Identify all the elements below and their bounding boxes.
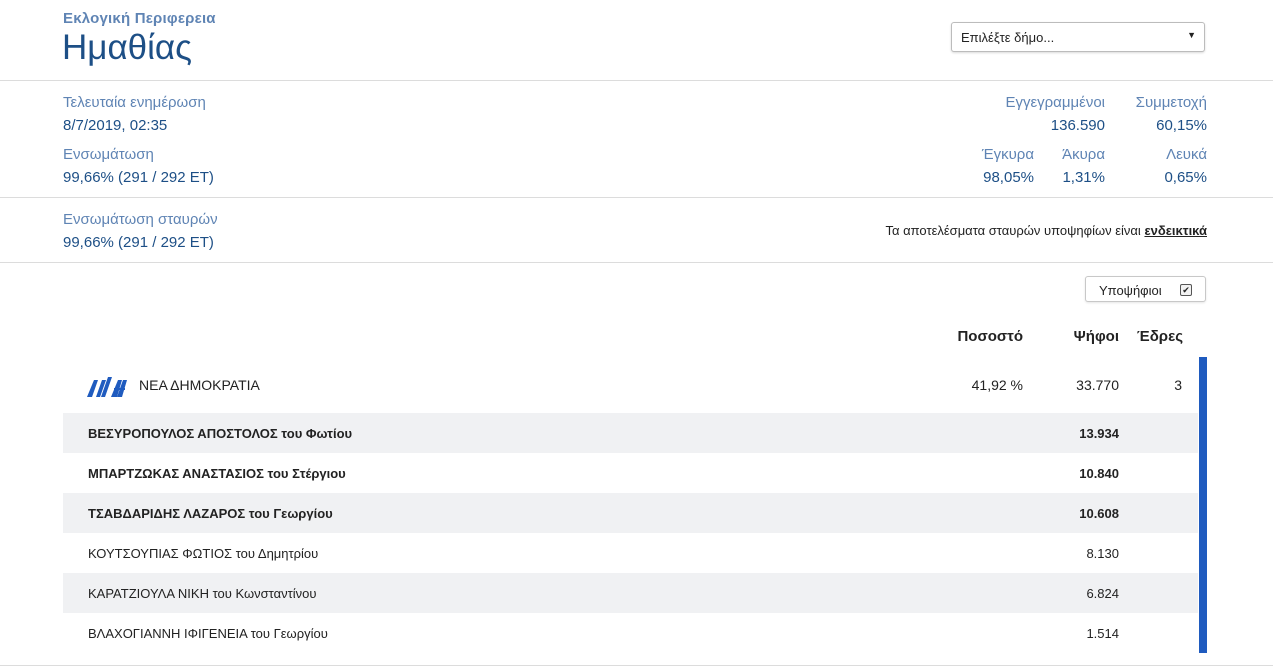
column-header-percent: Ποσοστό	[957, 328, 1023, 345]
party-votes: 33.770	[1076, 377, 1119, 393]
party-color-bar	[1199, 357, 1207, 653]
preferences-note: Τα αποτελέσματα σταυρών υποψηφίων είναι …	[885, 223, 1207, 238]
turnout-value: 60,15%	[1156, 117, 1207, 134]
valid-value: 98,05%	[983, 169, 1034, 186]
incorporation-value: 99,66% (291 / 292 ΕΤ)	[63, 169, 214, 186]
table-row[interactable]: ΚΑΡΑΤΖΙΟΥΛΑ ΝΙΚΗ του Κωνσταντίνου 6.824	[63, 573, 1198, 613]
divider	[0, 262, 1273, 263]
nd-logo-icon	[87, 377, 127, 397]
column-header-votes: Ψήφοι	[1073, 328, 1119, 345]
candidate-name: ΚΑΡΑΤΖΙΟΥΛΑ ΝΙΚΗ του Κωνσταντίνου	[88, 586, 317, 601]
candidate-votes: 10.608	[1079, 506, 1119, 521]
table-row[interactable]: ΒΕΣΥΡΟΠΟΥΛΟΣ ΑΠΟΣΤΟΛΟΣ του Φωτίου 13.934	[63, 413, 1198, 453]
candidate-votes: 1.514	[1086, 626, 1119, 641]
valid-label: Έγκυρα	[981, 146, 1034, 163]
candidates-toggle-label: Υποψήφιοι	[1099, 283, 1162, 298]
last-update-value: 8/7/2019, 02:35	[63, 117, 168, 134]
candidates-toggle-button[interactable]: Υποψήφιοι ✔	[1085, 276, 1206, 302]
municipality-select-value: Επιλέξτε δήμο...	[961, 30, 1055, 45]
last-update-label: Τελευταία ενημέρωση	[63, 94, 206, 111]
divider	[0, 665, 1273, 666]
candidate-name: ΒΛΑΧΟΓΙΑΝΝΗ ΙΦΙΓΕΝΕΙΑ του Γεωργίου	[88, 626, 328, 641]
incorporation-label: Ενσωμάτωση	[63, 146, 154, 163]
turnout-label: Συμμετοχή	[1135, 94, 1207, 111]
blank-label: Λευκά	[1166, 146, 1207, 163]
candidate-votes: 10.840	[1079, 466, 1119, 481]
candidate-name: ΒΕΣΥΡΟΠΟΥΛΟΣ ΑΠΟΣΤΟΛΟΣ του Φωτίου	[88, 426, 353, 441]
registered-label: Εγγεγραμμένοι	[1005, 94, 1105, 111]
table-row[interactable]: ΜΠΑΡΤΖΩΚΑΣ ΑΝΑΣΤΑΣΙΟΣ του Στέργιου 10.84…	[63, 453, 1198, 493]
candidate-name: ΤΣΑΒΔΑΡΙΔΗΣ ΛΑΖΑΡΟΣ του Γεωργίου	[88, 506, 333, 521]
checkbox-checked-icon[interactable]: ✔	[1180, 284, 1192, 296]
preferences-note-text: Τα αποτελέσματα σταυρών υποψηφίων είναι	[885, 223, 1141, 238]
candidate-votes: 13.934	[1079, 426, 1119, 441]
invalid-label: Άκυρα	[1062, 146, 1105, 163]
region-title: Ημαθίας	[62, 28, 193, 67]
invalid-value: 1,31%	[1062, 169, 1105, 186]
registered-value: 136.590	[1050, 117, 1105, 134]
candidate-votes: 6.824	[1086, 586, 1119, 601]
table-row[interactable]: ΒΛΑΧΟΓΙΑΝΝΗ ΙΦΙΓΕΝΕΙΑ του Γεωργίου 1.514	[63, 613, 1198, 653]
candidate-name: ΚΟΥΤΣΟΥΠΙΑΣ ΦΩΤΙΟΣ του Δημητρίου	[88, 546, 319, 561]
dropdown-arrow-icon: ▼	[1187, 30, 1196, 40]
candidate-name: ΜΠΑΡΤΖΩΚΑΣ ΑΝΑΣΤΑΣΙΟΣ του Στέργιου	[88, 466, 346, 481]
party-percent: 41,92 %	[971, 377, 1023, 393]
table-row[interactable]: ΚΟΥΤΣΟΥΠΙΑΣ ΦΩΤΙΟΣ του Δημητρίου 8.130	[63, 533, 1198, 573]
party-name: ΝΕΑ ΔΗΜΟΚΡΑΤΙΑ	[139, 377, 260, 393]
candidate-votes: 8.130	[1086, 546, 1119, 561]
column-header-seats: Έδρες	[1136, 328, 1183, 345]
region-subtitle: Εκλογική Περιφερεια	[63, 10, 216, 27]
table-row[interactable]: ΤΣΑΒΔΑΡΙΔΗΣ ΛΑΖΑΡΟΣ του Γεωργίου 10.608	[63, 493, 1198, 533]
divider	[0, 197, 1273, 198]
municipality-select[interactable]: Επιλέξτε δήμο... ▼	[951, 22, 1205, 52]
divider	[0, 80, 1273, 81]
indicative-link[interactable]: ενδεικτικά	[1144, 223, 1207, 238]
blank-value: 0,65%	[1164, 169, 1207, 186]
party-seats: 3	[1174, 377, 1182, 393]
preferences-label: Ενσωμάτωση σταυρών	[63, 211, 218, 228]
party-row[interactable]: ΝΕΑ ΔΗΜΟΚΡΑΤΙΑ 41,92 % 33.770 3	[63, 357, 1198, 413]
preferences-value: 99,66% (291 / 292 ΕΤ)	[63, 234, 214, 251]
